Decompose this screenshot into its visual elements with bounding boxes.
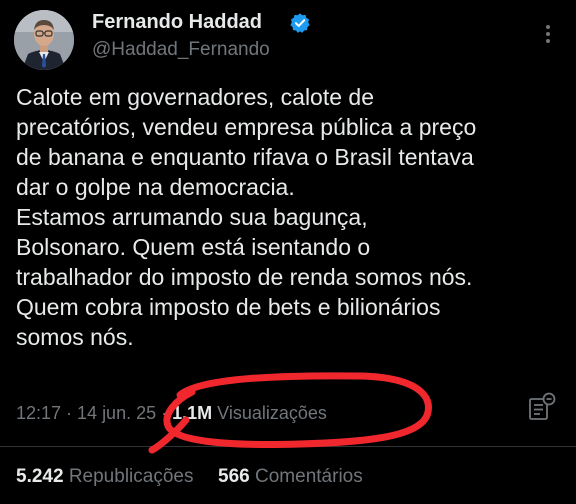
- engagement-stats: 5.242 Republicações 566 Comentários: [16, 466, 363, 488]
- tweet-line: trabalhador do imposto de renda somos nó…: [16, 264, 473, 290]
- timestamp[interactable]: 12:17 · 14 jun. 25 ·: [16, 403, 167, 423]
- verified-badge-icon: [290, 13, 310, 33]
- author-display-name[interactable]: Fernando Haddad: [92, 11, 262, 34]
- tweet-line: dar o golpe na democracia.: [16, 174, 295, 200]
- tweet-line: somos nós.: [16, 324, 134, 350]
- more-options-icon[interactable]: [536, 20, 560, 48]
- tweet-line: precatórios, vendeu empresa pública a pr…: [16, 114, 477, 140]
- more-dot: [546, 25, 550, 29]
- divider: [0, 446, 576, 447]
- views-count: 1,1M: [172, 403, 213, 423]
- reposts-count[interactable]: 5.242: [16, 466, 64, 487]
- tweet-line: Estamos arrumando sua bagunça,: [16, 204, 368, 230]
- reposts-label[interactable]: Republicações: [69, 466, 194, 487]
- more-dot: [546, 32, 550, 36]
- comments-count[interactable]: 566: [218, 466, 250, 487]
- tweet-text: Calote em governadores, calote de precat…: [16, 82, 568, 352]
- tweet-line: Calote em governadores, calote de: [16, 84, 374, 110]
- author-handle[interactable]: @Haddad_Fernando: [92, 39, 270, 61]
- tweet-line: Bolsonaro. Quem está isentando o: [16, 234, 371, 260]
- tweet-meta: 12:17 · 14 jun. 25 · 1,1M Visualizações: [16, 403, 327, 424]
- avatar-image: [14, 10, 74, 70]
- comments-label[interactable]: Comentários: [255, 466, 363, 487]
- tweet-line: de banana e enquanto rifava o Brasil ten…: [16, 144, 474, 170]
- tweet-line: Quem cobra imposto de bets e bilionários: [16, 294, 441, 320]
- views-label: Visualizações: [217, 403, 327, 423]
- analytics-icon[interactable]: [525, 390, 559, 424]
- more-dot: [546, 39, 550, 43]
- avatar[interactable]: [14, 10, 74, 70]
